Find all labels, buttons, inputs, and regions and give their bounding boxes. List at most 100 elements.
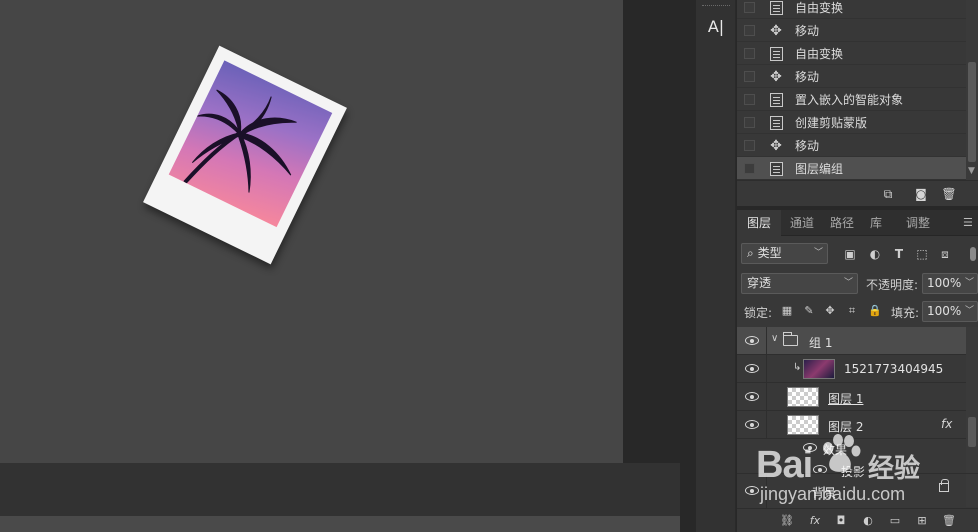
layer-thumbnail[interactable]	[787, 387, 819, 407]
canvas[interactable]	[0, 0, 623, 463]
history-snapshot-checkbox[interactable]	[744, 163, 755, 174]
smart-object-filter-icon[interactable]: ⧈	[937, 246, 953, 262]
history-snapshot-checkbox[interactable]	[744, 25, 755, 36]
status-bar	[0, 516, 680, 532]
effects-label: 效果	[823, 443, 848, 457]
visibility-toggle[interactable]	[737, 383, 767, 411]
pixel-layer-filter-icon[interactable]: ▣	[842, 246, 858, 262]
blend-mode-select[interactable]: 穿透 ﹀	[741, 273, 858, 294]
filter-kind-select[interactable]: ⌕ 类型 ﹀	[741, 243, 828, 264]
adjustment-layer-icon[interactable]: ◐	[860, 513, 876, 529]
layer-effects-row[interactable]: 效果	[767, 437, 966, 459]
new-document-from-state-icon[interactable]: ⧉	[880, 186, 896, 202]
tab-layers[interactable]: 图层	[737, 210, 781, 236]
dock-grip[interactable]	[702, 5, 730, 7]
trash-icon[interactable]: 🗑	[941, 513, 957, 529]
scrollbar-thumb[interactable]	[968, 417, 976, 447]
history-item[interactable]: 置入嵌入的智能对象	[737, 88, 966, 111]
layer-name: 背景	[812, 486, 837, 500]
eye-icon[interactable]	[803, 443, 817, 452]
type-layer-filter-icon[interactable]: T	[891, 246, 907, 262]
lock-image-pixels-icon[interactable]: ✎	[802, 304, 816, 318]
history-item[interactable]: ✥ 移动	[737, 134, 966, 157]
history-snapshot-checkbox[interactable]	[744, 2, 755, 13]
layers-toolbar: ⛓ fx ◘ ◐ ▭ ⊞ 🗑	[737, 508, 978, 532]
lock-all-icon[interactable]: 🔒	[868, 304, 882, 318]
character-panel-icon[interactable]: A|	[700, 12, 732, 42]
panel-tabs: 图层 通道 路径 库 调整 ☰	[737, 210, 978, 236]
history-snapshot-checkbox[interactable]	[744, 94, 755, 105]
history-item[interactable]: 自由变换	[737, 0, 966, 19]
scrollbar-thumb[interactable]	[968, 62, 976, 162]
layers-panel: 图层 通道 路径 库 调整 ☰ ⌕ 类型 ﹀ ▣ ◐ T ⬚ ⧈ 穿透 ﹀ 不透…	[737, 210, 978, 532]
shape-layer-filter-icon[interactable]: ⬚	[914, 246, 930, 262]
layer-row-smart-object[interactable]: ↳ 1521773404945	[737, 355, 978, 383]
clipping-mask-icon: ↳	[793, 362, 802, 373]
history-item-label: 创建剪贴蒙版	[795, 116, 868, 130]
layer-effects-badge[interactable]: fx	[941, 417, 952, 431]
scroll-down-icon[interactable]: ▼	[968, 166, 975, 176]
tab-paths[interactable]: 路径	[823, 210, 861, 236]
history-scrollbar[interactable]: ▼	[966, 0, 978, 180]
adjustment-layer-filter-icon[interactable]: ◐	[867, 246, 883, 262]
history-item-label: 自由变换	[795, 47, 844, 61]
fill-field[interactable]: 100% ﹀	[922, 301, 978, 322]
history-item[interactable]: 创建剪贴蒙版	[737, 111, 966, 134]
document-workarea[interactable]	[0, 0, 680, 532]
history-snapshot-checkbox[interactable]	[744, 71, 755, 82]
lock-icon	[939, 479, 949, 492]
tab-adjustments[interactable]: 调整	[897, 210, 939, 236]
fx-icon[interactable]: fx	[807, 513, 823, 529]
history-item-label: 移动	[795, 70, 820, 84]
layer-row-background[interactable]: 背景	[737, 473, 978, 508]
history-item[interactable]: ✥ 移动	[737, 19, 966, 42]
layer-thumbnail[interactable]	[803, 359, 835, 379]
tab-libraries[interactable]: 库	[863, 210, 889, 236]
camera-icon[interactable]: ◙	[913, 186, 929, 202]
history-toolbar: ⧉ ◙ 🗑	[737, 180, 978, 206]
history-snapshot-checkbox[interactable]	[744, 140, 755, 151]
collapsed-panel-dock: A|	[696, 0, 736, 532]
chevron-down-icon: ﹀	[964, 306, 974, 316]
chevron-down-icon: ﹀	[843, 278, 853, 288]
visibility-toggle[interactable]	[737, 327, 767, 355]
visibility-toggle[interactable]	[737, 474, 767, 508]
layer-row-layer1[interactable]: 图层 1	[737, 383, 978, 411]
new-group-icon[interactable]: ▭	[887, 513, 903, 529]
eye-icon	[745, 364, 759, 373]
document-icon	[770, 116, 783, 130]
polaroid-photo[interactable]	[143, 45, 347, 265]
history-item-active[interactable]: 图层编组	[737, 157, 966, 180]
layer-name: 1521773404945	[844, 362, 944, 376]
chevron-down-icon[interactable]: ∨	[771, 333, 778, 344]
filter-toggle[interactable]	[970, 247, 976, 261]
add-mask-icon[interactable]: ◘	[833, 513, 849, 529]
move-icon: ✥	[770, 69, 782, 85]
palm-tree-photo	[168, 60, 333, 228]
blend-mode-label: 穿透	[747, 276, 772, 290]
link-layers-icon[interactable]: ⛓	[779, 513, 795, 529]
history-item[interactable]: ✥ 移动	[737, 65, 966, 88]
lock-position-icon[interactable]: ✥	[823, 304, 837, 318]
visibility-toggle[interactable]	[737, 355, 767, 383]
trash-icon[interactable]: 🗑	[941, 186, 957, 202]
new-layer-icon[interactable]: ⊞	[914, 513, 930, 529]
history-item[interactable]: 自由变换	[737, 42, 966, 65]
tab-channels[interactable]: 通道	[783, 210, 821, 236]
history-snapshot-checkbox[interactable]	[744, 117, 755, 128]
layer-thumbnail[interactable]	[787, 415, 819, 435]
lock-artboard-icon[interactable]: ⌗	[845, 304, 859, 318]
history-item-label: 置入嵌入的智能对象	[795, 93, 904, 107]
folder-icon	[783, 332, 798, 346]
layer-row-group[interactable]: ∨ 组 1	[737, 327, 978, 355]
panel-menu-icon[interactable]: ☰	[963, 210, 978, 236]
lock-transparent-pixels-icon[interactable]: ▦	[780, 304, 794, 318]
panel-divider[interactable]	[680, 0, 696, 532]
visibility-toggle[interactable]	[737, 411, 767, 439]
eye-icon	[745, 392, 759, 401]
fill-value: 100%	[927, 304, 962, 318]
opacity-field[interactable]: 100% ﹀	[922, 273, 978, 294]
history-snapshot-checkbox[interactable]	[744, 48, 755, 59]
layer-row-layer2[interactable]: 图层 2 fx	[737, 411, 978, 439]
history-item-label: 自由变换	[795, 1, 844, 15]
